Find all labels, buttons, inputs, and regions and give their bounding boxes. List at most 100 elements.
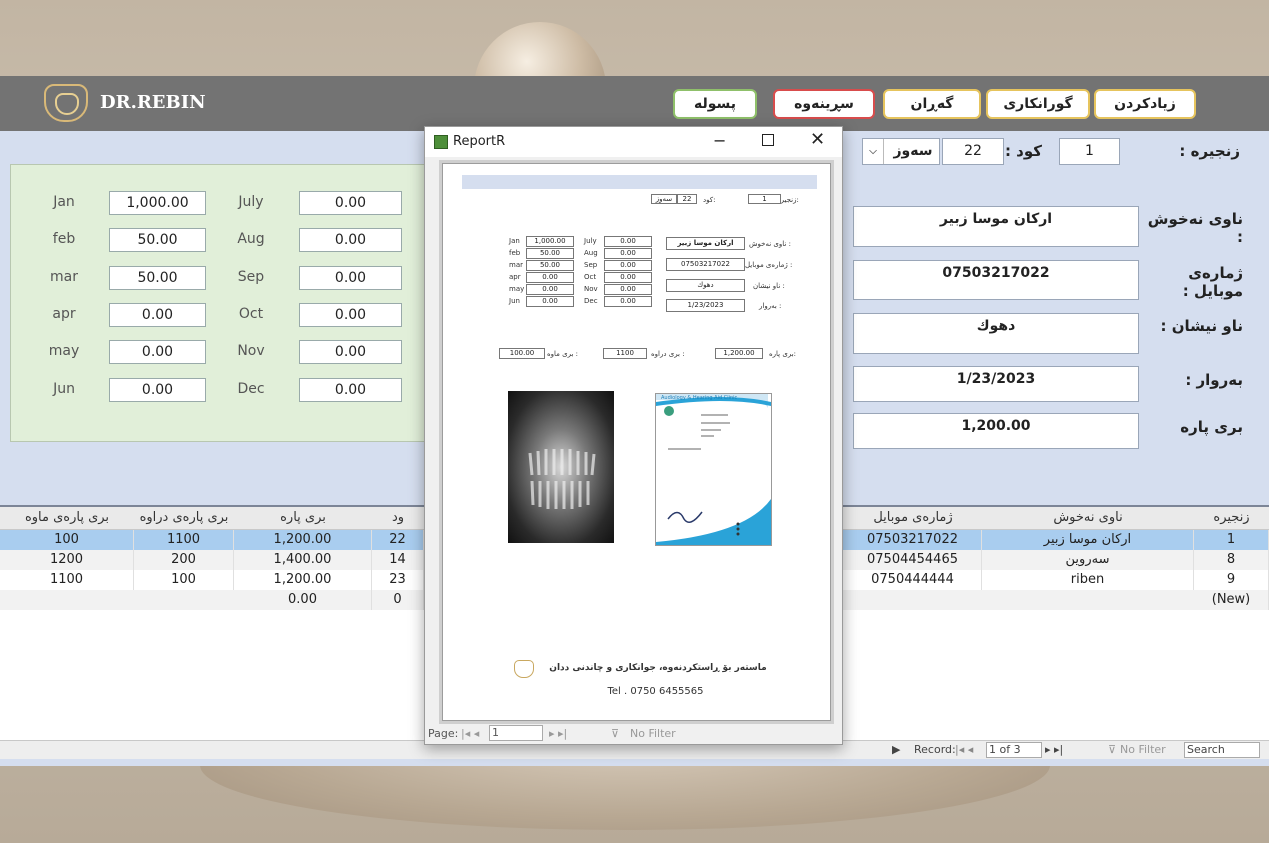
report-filter-status[interactable]: No Filter (630, 727, 676, 740)
cell-chain[interactable]: 9 (1194, 570, 1269, 590)
search-button[interactable]: گەڕان (883, 89, 981, 119)
cell-chain[interactable]: 8 (1194, 550, 1269, 570)
cell-name[interactable]: اركان موسا زبير (982, 530, 1194, 550)
cell-chain[interactable]: (New) (1194, 590, 1269, 610)
cell-paid[interactable]: 200 (134, 550, 234, 570)
report-color-value: سەوز (651, 194, 677, 204)
month-label: Aug (237, 231, 265, 247)
scroll-right-icon[interactable]: ▶ (892, 743, 900, 756)
month-value-july[interactable]: 0.00 (299, 191, 402, 215)
month-value-jan[interactable]: 1,000.00 (109, 191, 206, 215)
cell-name[interactable]: سەروین (982, 550, 1194, 570)
first-page-icon[interactable]: |◂ ◂ (461, 727, 479, 740)
filter-icon: ⊽ (611, 727, 620, 740)
cell-remaining[interactable]: 1100 (0, 570, 134, 590)
month-label: Jan (53, 194, 75, 210)
month-value-oct[interactable]: 0.00 (299, 303, 402, 327)
chain-label: زنجیره : (1179, 142, 1240, 160)
cell-name[interactable]: riben (982, 570, 1194, 590)
cell-remaining[interactable]: 1200 (0, 550, 134, 570)
chain-field[interactable]: 1 (1059, 138, 1120, 165)
cell-chain[interactable]: 1 (1194, 530, 1269, 550)
edit-button[interactable]: گورانکاری (986, 89, 1090, 119)
month-value-mar[interactable]: 50.00 (109, 266, 206, 290)
cell-code[interactable]: 14 (372, 550, 424, 570)
cell-paid[interactable]: 1100 (134, 530, 234, 550)
search-field[interactable]: Search (1184, 742, 1260, 758)
chevron-down-icon[interactable]: ⌵ (863, 139, 884, 164)
column-header-mobile[interactable]: ژمارەی موبایل (844, 507, 982, 530)
month-value-may[interactable]: 0.00 (109, 340, 206, 364)
month-label: Dec (237, 381, 265, 397)
cell-amount[interactable]: 0.00 (234, 590, 372, 610)
color-select[interactable]: ⌵ سەوز (862, 138, 940, 165)
report-month-label: Nov (584, 285, 598, 293)
top-bar: DR.REBIN پسوله سڕینەوە گەڕان گورانکاری ز… (0, 76, 1269, 131)
filter-status[interactable]: No Filter (1120, 743, 1166, 756)
page-label: Page: (428, 727, 459, 740)
monthly-payments-panel: Jan 1,000.00 feb 50.00 mar 50.00 apr 0.0… (10, 164, 430, 442)
date-field[interactable]: 1/23/2023 (853, 366, 1139, 402)
receipt-button[interactable]: پسوله (673, 89, 757, 119)
cell-amount[interactable]: 1,400.00 (234, 550, 372, 570)
minimize-icon[interactable]: − (713, 131, 726, 150)
report-month-value: 50.00 (526, 248, 574, 259)
month-value-nov[interactable]: 0.00 (299, 340, 402, 364)
cell-code[interactable]: 0 (372, 590, 424, 610)
report-address-label: ناو نیشان : (753, 282, 785, 290)
column-header-amount[interactable]: بری پارە (234, 507, 372, 530)
month-value-aug[interactable]: 0.00 (299, 228, 402, 252)
cell-amount[interactable]: 1,200.00 (234, 570, 372, 590)
address-field[interactable]: دهوك (853, 313, 1139, 354)
cell-mobile[interactable]: 07503217022 (844, 530, 982, 550)
record-position-field[interactable]: 1 of 3 (986, 742, 1042, 758)
add-button[interactable]: زیادکردن (1094, 89, 1196, 119)
tooth-logo-icon (514, 660, 534, 678)
report-amount-value: 1,200.00 (715, 348, 763, 359)
cell-code[interactable]: 22 (372, 530, 424, 550)
column-header-remaining[interactable]: بری پارەی ماوە (0, 507, 134, 530)
patient-name-label: ناوی نەخوش : (1147, 210, 1243, 246)
code-label: کود : (1004, 142, 1042, 160)
cell-mobile[interactable]: 0750444444 (844, 570, 982, 590)
column-header-name[interactable]: ناوی نەخوش (982, 507, 1194, 530)
cell-remaining[interactable]: 100 (0, 530, 134, 550)
report-month-value: 0.00 (604, 248, 652, 259)
column-header-paid[interactable]: بری پارەی دراوە (134, 507, 234, 530)
cell-code[interactable]: 23 (372, 570, 424, 590)
column-header-chain[interactable]: زنجیرە (1194, 507, 1269, 530)
month-value-apr[interactable]: 0.00 (109, 303, 206, 327)
page-number-field[interactable]: 1 (489, 725, 543, 741)
month-label: Jun (53, 381, 75, 397)
month-value-dec[interactable]: 0.00 (299, 378, 402, 402)
cell-paid[interactable]: 100 (134, 570, 234, 590)
close-icon[interactable]: ✕ (810, 129, 825, 150)
first-record-icon[interactable]: |◂ ◂ (955, 743, 973, 756)
report-paid-label: بری دراوە : (651, 350, 685, 358)
next-record-icon[interactable]: ▸ ▸| (1045, 743, 1063, 756)
address-label: ناو نیشان : (1160, 317, 1244, 335)
next-page-icon[interactable]: ▸ ▸| (549, 727, 567, 740)
delete-button[interactable]: سڕینەوە (773, 89, 875, 119)
cell-mobile[interactable]: 07504454465 (844, 550, 982, 570)
maximize-icon[interactable] (762, 134, 774, 146)
report-paid-value: 1100 (603, 348, 647, 359)
report-month-value: 0.00 (604, 296, 652, 307)
month-value-sep[interactable]: 0.00 (299, 266, 402, 290)
xray-teeth-graphic (528, 449, 596, 509)
cell-amount[interactable]: 1,200.00 (234, 530, 372, 550)
report-month-label: July (584, 237, 597, 245)
report-date-label: بەروار : (759, 302, 782, 310)
report-date-value: 1/23/2023 (666, 299, 745, 312)
amount-field[interactable]: 1,200.00 (853, 413, 1139, 449)
mobile-field[interactable]: 07503217022 (853, 260, 1139, 300)
column-header-code[interactable]: ود (372, 507, 424, 530)
report-month-label: feb (509, 249, 521, 257)
report-code-label: کود: (703, 196, 716, 204)
code-field[interactable]: 22 (942, 138, 1004, 165)
month-value-jun[interactable]: 0.00 (109, 378, 206, 402)
mobile-label: ژمارەی موبایل : (1182, 264, 1243, 300)
report-mobile-value: 07503217022 (666, 258, 745, 271)
month-value-feb[interactable]: 50.00 (109, 228, 206, 252)
patient-name-field[interactable]: اركان موسا زبير (853, 206, 1139, 247)
